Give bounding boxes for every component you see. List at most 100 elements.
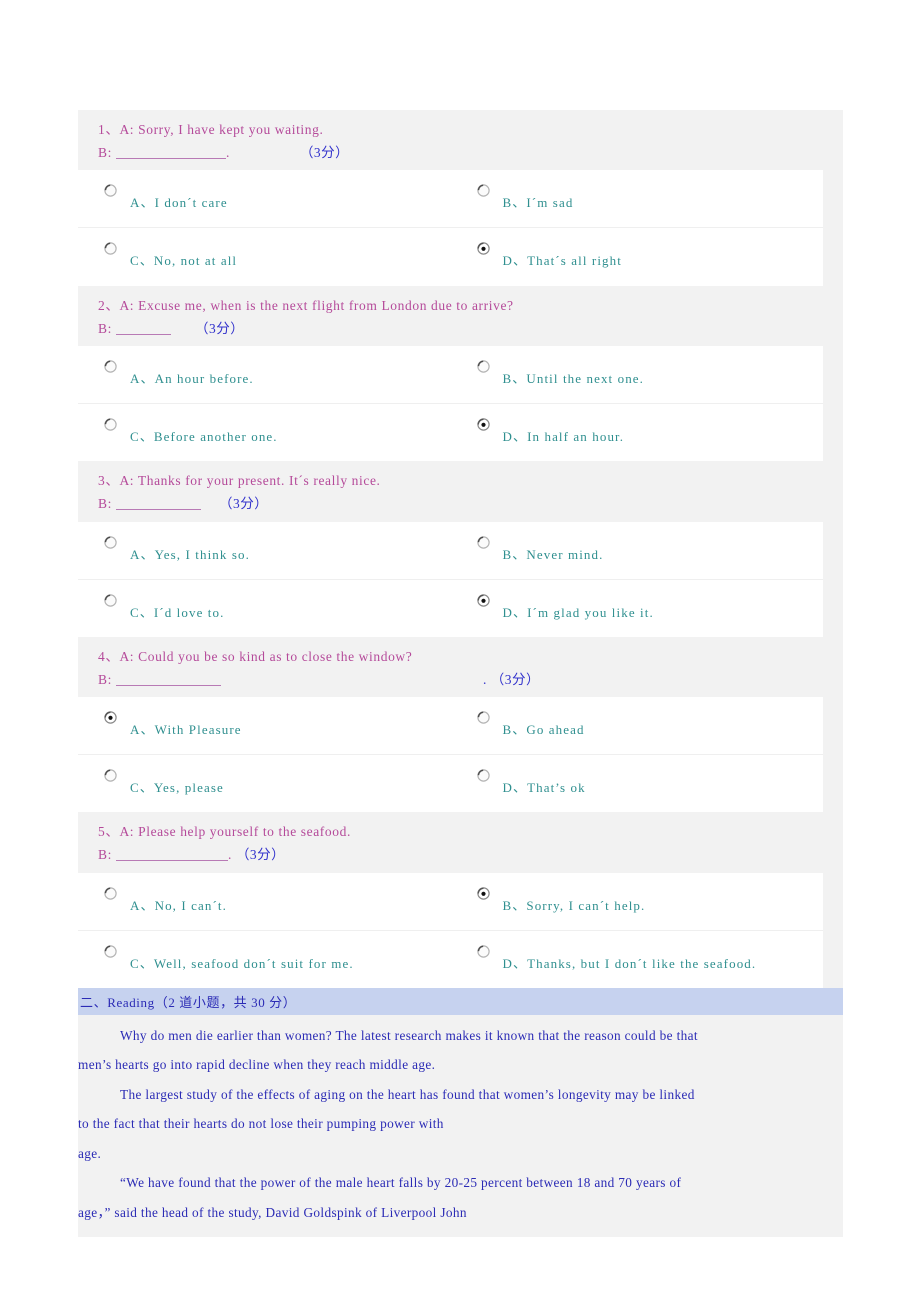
radio-button-icon[interactable] [476,886,490,900]
option-label: B、I´m sad [502,195,574,211]
radio-button-icon[interactable] [476,535,490,549]
question-block: 1、A: Sorry, I have kept you waiting. B: .… [78,110,843,286]
question-number: 5、 [98,824,120,840]
reading-line: The largest study of the effects of agin… [120,1086,695,1102]
radio-button-icon[interactable] [476,242,490,256]
option-cell[interactable]: B、Until the next one. [450,345,824,405]
radio-button-icon[interactable] [104,944,117,958]
option-label: D、I´m glad you like it. [502,604,654,620]
option-a[interactable]: A、I don´t care [78,184,451,215]
question-stem: 4、A: Could you be so kind as to close th… [78,636,843,698]
question-number: 1、 [98,122,120,137]
question-answer-line: B: . （3分） [98,668,843,691]
option-cell[interactable]: A、No, I can´t. [78,872,451,931]
option-a[interactable]: A、No, I can´t. [78,886,451,918]
option-a[interactable]: A、Yes, I think so. [78,535,451,567]
option-cell[interactable]: C、I´d love to. [78,579,451,637]
option-cell[interactable]: C、Yes, please [78,755,451,813]
section-header-reading: 二、Reading（2 道小题，共 30 分） [78,987,843,1015]
exam-page: 1、A: Sorry, I have kept you waiting. B: .… [0,0,920,1302]
option-cell[interactable]: C、Well, seafood don´t suit for me. [78,930,451,988]
options-row: A、An hour before. B、Until the next one. [78,345,824,405]
option-cell[interactable]: C、Before another one. [78,404,451,462]
option-b[interactable]: B、Never mind. [451,535,824,567]
speaker-b-label: B: [98,847,112,863]
option-cell[interactable]: C、No, not at all [78,228,451,286]
radio-button-icon[interactable] [104,360,117,373]
answer-blank [115,847,228,862]
question-answer-line: B: . （3分） [98,141,843,164]
option-b[interactable]: B、I´m sad [451,184,824,215]
speaker-a-text: A: Thanks for your present. It´s really … [119,473,381,489]
option-cell[interactable]: A、I don´t care [78,170,451,229]
question-prompt-line: 4、A: Could you be so kind as to close th… [98,645,843,668]
option-d[interactable]: D、Thanks, but I don´t like the seafood. [451,944,824,976]
options-table: A、Yes, I think so. B、Never mind. C、I´d lov… [78,521,824,637]
options-row: A、Yes, I think so. B、Never mind. [78,521,824,580]
question-block: 2、A: Excuse me, when is the next flight … [78,285,843,462]
option-cell[interactable]: D、In half an hour. [451,404,824,462]
option-c[interactable]: C、Well, seafood don´t suit for me. [78,944,451,976]
option-a[interactable]: A、An hour before. [78,360,451,391]
radio-button-icon[interactable] [104,593,117,607]
options-row: C、I´d love to. D、I´m glad you like it. [78,579,823,637]
question-prompt-line: 3、A: Thanks for your present. It´s reall… [98,469,843,492]
option-d[interactable]: D、That’s ok [451,769,824,800]
question-stem: 1、A: Sorry, I have kept you waiting. B: .… [78,110,843,171]
radio-button-icon[interactable] [104,418,117,431]
option-label: B、Sorry, I can´t help. [502,897,646,913]
option-cell[interactable]: A、Yes, I think so. [78,521,451,580]
option-c[interactable]: C、No, not at all [78,242,451,273]
radio-button-icon[interactable] [104,184,117,198]
options-table: A、I don´t care B、I´m sad C、No, not at all D… [78,170,824,286]
option-b[interactable]: B、Go ahead [451,711,824,742]
option-c[interactable]: C、Before another one. [78,418,451,449]
speaker-b-label: B: [98,320,112,336]
radio-button-icon[interactable] [104,242,117,256]
option-cell[interactable]: B、Sorry, I can´t help. [450,872,824,931]
radio-button-icon[interactable] [476,360,490,373]
radio-button-icon[interactable] [476,184,490,198]
options-row: C、Well, seafood don´t suit for me. D、Than… [78,930,823,988]
radio-button-icon[interactable] [476,711,490,724]
option-d[interactable]: D、That´s all right [451,242,824,273]
option-cell[interactable]: B、Never mind. [450,521,824,580]
radio-button-icon[interactable] [104,769,117,782]
option-b[interactable]: B、Sorry, I can´t help. [451,886,824,918]
option-c[interactable]: C、Yes, please [78,769,451,800]
radio-button-icon[interactable] [476,944,490,958]
speaker-b-label: B: [98,496,112,512]
radio-button-icon[interactable] [476,418,490,431]
options-row: C、Yes, please D、That’s ok [78,755,823,813]
option-label: A、Yes, I think so. [130,546,250,562]
option-cell[interactable]: D、That’s ok [451,755,824,813]
section-header-label: 二、Reading（2 道小题，共 30 分） [80,994,297,1010]
option-cell[interactable]: D、That´s all right [451,228,824,286]
reading-passage: Why do men die earlier than women? The l… [78,1014,843,1238]
option-d[interactable]: D、In half an hour. [451,418,824,449]
option-c[interactable]: C、I´d love to. [78,593,451,625]
question-stem: 3、A: Thanks for your present. It´s reall… [78,461,843,522]
option-cell[interactable]: B、I´m sad [450,170,824,229]
radio-button-icon[interactable] [104,886,117,900]
question-prompt-line: 1、A: Sorry, I have kept you waiting. [98,118,843,141]
radio-button-icon[interactable] [476,769,490,782]
radio-button-icon[interactable] [104,711,117,724]
answer-suffix: . [227,847,232,863]
option-a[interactable]: A、With Pleasure [78,711,451,742]
option-label: D、In half an hour. [502,429,625,445]
option-label: A、I don´t care [130,195,228,211]
options-table: A、An hour before. B、Until the next one. C、… [78,345,824,462]
question-stem: 2、A: Excuse me, when is the next flight … [78,285,843,346]
reading-line: “We have found that the power of the mal… [120,1175,682,1191]
option-b[interactable]: B、Until the next one. [451,360,824,391]
option-cell[interactable]: D、I´m glad you like it. [451,579,824,637]
option-cell[interactable]: D、Thanks, but I don´t like the seafood. [451,930,824,988]
option-cell[interactable]: A、With Pleasure [78,697,451,756]
answer-blank [115,496,201,511]
radio-button-icon[interactable] [476,593,490,607]
radio-button-icon[interactable] [104,535,117,549]
option-cell[interactable]: A、An hour before. [78,345,451,405]
option-cell[interactable]: B、Go ahead [450,697,824,756]
option-d[interactable]: D、I´m glad you like it. [451,593,824,625]
